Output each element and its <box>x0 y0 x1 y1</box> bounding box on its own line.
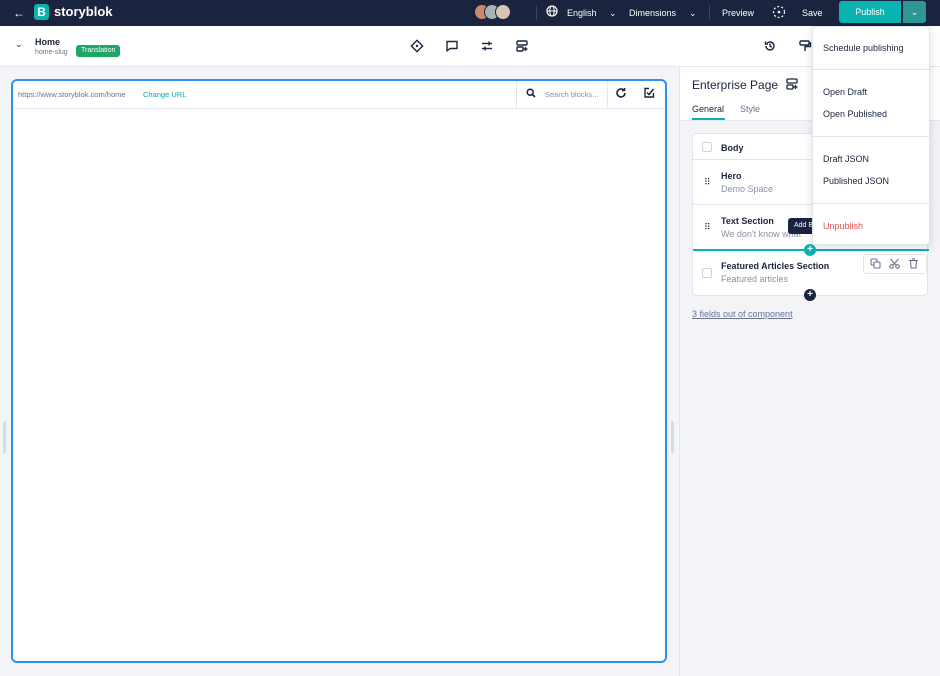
block-actions <box>863 254 927 274</box>
tab-style[interactable]: Style <box>740 103 760 115</box>
edit-check-icon[interactable] <box>643 87 655 102</box>
menu-divider <box>813 69 931 70</box>
publish-button[interactable]: Publish <box>839 1 901 23</box>
publish-options-chevron-icon[interactable]: ⌄ <box>903 1 926 23</box>
duplicate-icon[interactable] <box>870 258 881 272</box>
comment-icon[interactable] <box>445 39 459 53</box>
menu-item-open-draft[interactable]: Open Draft <box>823 86 867 98</box>
resize-handle[interactable] <box>671 421 674 453</box>
history-icon[interactable] <box>763 39 777 53</box>
drag-handle-icon[interactable]: ⠿ <box>704 222 711 233</box>
blocks-icon[interactable] <box>786 78 799 93</box>
tab-general[interactable]: General <box>692 103 724 115</box>
preview-frame[interactable]: https://www.storyblok.com/home Change UR… <box>11 79 667 663</box>
menu-item-published-json[interactable]: Published JSON <box>823 175 889 187</box>
save-button[interactable]: Save <box>802 7 823 19</box>
diamond-icon[interactable] <box>410 39 424 53</box>
menu-divider <box>813 136 931 137</box>
paint-roller-icon[interactable] <box>798 39 812 53</box>
trash-icon[interactable] <box>908 258 919 272</box>
menu-item-unpublish[interactable]: Unpublish <box>823 220 863 232</box>
drag-handle-icon[interactable]: ⠿ <box>704 177 711 188</box>
add-block-plus-icon[interactable]: + <box>804 289 816 301</box>
dimensions-select[interactable]: Dimensions <box>629 7 676 19</box>
collaborator-avatars[interactable] <box>474 4 514 21</box>
block-title: Featured Articles Section <box>721 261 830 271</box>
story-slug: home-slug <box>35 49 68 56</box>
active-tab-indicator <box>692 118 725 120</box>
visual-editor-area: https://www.storyblok.com/home Change UR… <box>0 67 679 676</box>
back-arrow-icon[interactable]: ← <box>13 6 25 20</box>
menu-item-schedule-publishing[interactable]: Schedule publishing <box>823 42 904 54</box>
block-subtitle: Demo Space <box>721 184 774 194</box>
divider <box>709 5 710 20</box>
search-placeholder: Search blocks... <box>545 90 599 99</box>
blocks-icon[interactable] <box>515 39 529 53</box>
menu-item-draft-json[interactable]: Draft JSON <box>823 153 869 165</box>
menu-item-open-published[interactable]: Open Published <box>823 108 887 120</box>
change-url-link[interactable]: Change URL <box>143 90 186 99</box>
avatar <box>495 4 511 20</box>
cut-icon[interactable] <box>889 258 900 272</box>
menu-divider <box>813 203 931 204</box>
url-bar: https://www.storyblok.com/home Change UR… <box>13 81 665 109</box>
component-title: Enterprise Page <box>692 78 779 92</box>
refresh-icon[interactable] <box>615 87 627 102</box>
block-checkbox[interactable] <box>702 268 712 278</box>
sync-status-icon[interactable] <box>772 5 786 23</box>
globe-icon <box>546 5 558 21</box>
field-label: Body <box>721 143 744 153</box>
top-bar: ← B storyblok English ⌄ Dimensions ⌄ Pre… <box>0 0 940 26</box>
divider <box>536 5 537 20</box>
preview-button[interactable]: Preview <box>722 7 754 19</box>
language-select[interactable]: English <box>567 7 597 19</box>
chevron-down-icon[interactable]: ⌄ <box>689 7 697 19</box>
resize-handle[interactable] <box>3 421 6 453</box>
chevron-down-icon[interactable]: ⌄ <box>15 39 23 50</box>
storyblok-logo-icon: B <box>34 4 49 20</box>
block-title: Text Section <box>721 216 774 226</box>
select-all-checkbox[interactable] <box>702 142 712 152</box>
story-header: ⌄ Home home-slug Translation <box>0 26 940 67</box>
block-title: Hero <box>721 171 742 181</box>
story-title: Home <box>35 37 61 47</box>
chevron-down-icon[interactable]: ⌄ <box>609 7 617 19</box>
search-icon <box>526 88 536 101</box>
translation-badge: Translation <box>76 45 121 57</box>
block-subtitle: Featured articles <box>721 274 789 284</box>
fields-count-link[interactable]: 3 fields out of component <box>692 309 793 319</box>
sliders-icon[interactable] <box>480 39 494 53</box>
brand-name: storyblok <box>54 4 113 19</box>
publish-options-menu: Schedule publishing Open Draft Open Publ… <box>812 26 931 245</box>
search-blocks-field[interactable]: Search blocks... <box>516 81 608 109</box>
preview-url: https://www.storyblok.com/home <box>18 90 126 99</box>
